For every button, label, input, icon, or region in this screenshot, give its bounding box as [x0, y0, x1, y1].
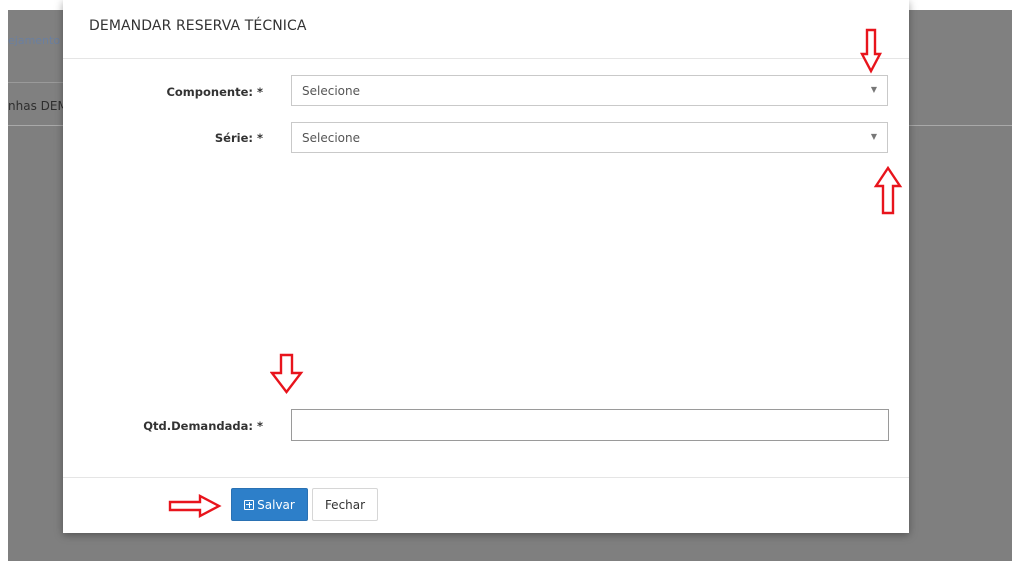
modal-title: DEMANDAR RESERVA TÉCNICA — [89, 18, 307, 34]
chevron-down-icon: ▼ — [870, 85, 877, 94]
demand-modal: DEMANDAR RESERVA TÉCNICA Componente: * S… — [63, 0, 909, 533]
save-button[interactable]: Salvar — [231, 488, 308, 521]
chevron-down-icon: ▼ — [870, 132, 877, 141]
componente-label: Componente: * — [166, 85, 263, 99]
close-button-label: Fechar — [324, 497, 366, 512]
serie-label: Série: * — [214, 131, 263, 145]
componente-select-value: Selecione — [302, 84, 360, 98]
save-button-label: Salvar — [257, 497, 295, 512]
background-nav-item: ejamento — [8, 34, 61, 47]
annotation-arrow-up-icon — [873, 166, 903, 215]
componente-select[interactable]: Selecione ▼ — [291, 75, 888, 106]
background-heading: nhas DEM — [8, 99, 68, 113]
serie-select-value: Selecione — [302, 131, 360, 145]
annotation-arrow-down-icon — [860, 28, 882, 74]
qtd-demandada-input[interactable] — [291, 409, 889, 441]
close-button[interactable]: Fechar — [312, 488, 378, 521]
serie-select[interactable]: Selecione ▼ — [291, 122, 888, 153]
background-divider — [8, 82, 63, 83]
qtd-demandada-label: Qtd.Demandada: * — [143, 419, 263, 433]
modal-header: DEMANDAR RESERVA TÉCNICA — [63, 0, 909, 59]
plus-square-icon — [244, 499, 255, 510]
annotation-arrow-down-icon — [270, 353, 304, 394]
annotation-arrow-right-icon — [168, 494, 222, 518]
